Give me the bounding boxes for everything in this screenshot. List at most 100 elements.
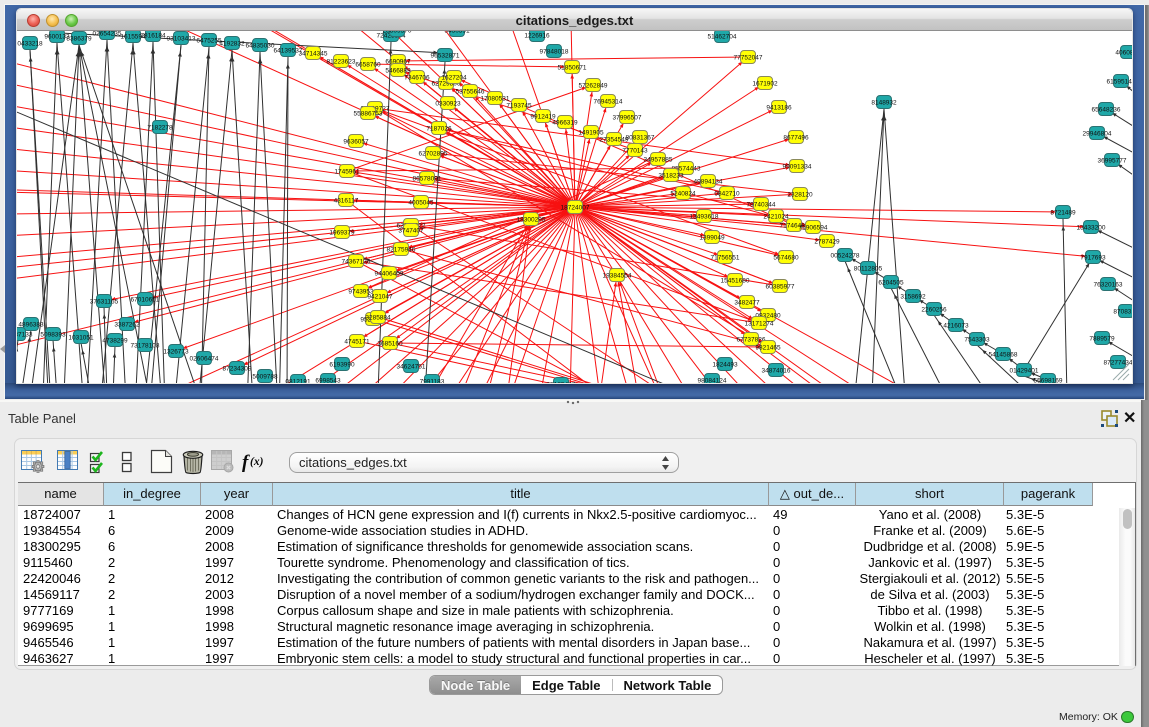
svg-text:13171274: 13171274 [745,321,774,328]
svg-text:71756551: 71756551 [711,255,740,262]
svg-text:0812191: 0812191 [285,379,311,384]
svg-text:7182278: 7182278 [147,125,173,132]
svg-text:55698169: 55698169 [1034,378,1063,384]
svg-text:7187026: 7187026 [426,126,452,133]
svg-text:81223623: 81223623 [327,59,356,66]
svg-text:34957885: 34957885 [644,157,673,164]
svg-text:36995777: 36995777 [1098,158,1127,165]
svg-text:6475255: 6475255 [196,38,222,45]
svg-text:3482477: 3482477 [734,300,760,307]
svg-text:51462704: 51462704 [708,34,737,41]
svg-text:7991183: 7991183 [420,379,445,384]
svg-text:49894134: 49894134 [694,179,723,186]
svg-text:8708317: 8708317 [1113,309,1132,316]
svg-text:4192832: 4192832 [219,41,245,48]
svg-text:2787429: 2787429 [814,239,840,246]
svg-text:94406409: 94406409 [375,271,404,278]
svg-text:27354549: 27354549 [600,137,629,144]
svg-text:1671902: 1671902 [752,81,778,88]
svg-text:37996507: 37996507 [613,115,642,122]
svg-text:19384554: 19384554 [603,273,632,280]
svg-text:6998543: 6998543 [315,378,341,384]
svg-text:80831367: 80831367 [626,135,655,142]
svg-text:74367136: 74367136 [342,259,371,266]
svg-text:97848018: 97848018 [540,49,569,56]
svg-text:f: f [242,452,250,473]
svg-text:13493618: 13493618 [690,214,719,221]
svg-text:71906594: 71906594 [799,225,828,232]
svg-text:61595148: 61595148 [1107,79,1132,86]
svg-text:13433200: 13433200 [1077,225,1106,232]
svg-text:5009788: 5009788 [252,374,278,381]
svg-text:3518233: 3518233 [658,173,684,180]
svg-text:18724007: 18724007 [561,205,590,212]
svg-text:87234309: 87234309 [223,366,252,373]
svg-text:5674680: 5674680 [773,255,799,262]
svg-text:34874016: 34874016 [762,368,791,375]
svg-text:4738299: 4738299 [102,338,128,345]
svg-text:2328120: 2328120 [787,192,813,199]
svg-text:17080531: 17080531 [481,96,510,103]
svg-text:8677496: 8677496 [783,135,809,142]
svg-text:1491905: 1491905 [578,130,604,137]
svg-text:5430391: 5430391 [444,31,470,35]
svg-text:00524278: 00524278 [831,253,860,260]
svg-text:3158692: 3158692 [900,294,926,301]
svg-text:2260256: 2260256 [921,307,947,314]
svg-text:76320163: 76320163 [1094,282,1123,289]
svg-text:4966319: 4966319 [552,120,578,127]
svg-text:34714345: 34714345 [299,51,328,58]
svg-text:02654235: 02654235 [93,31,122,38]
svg-text:2421024: 2421024 [763,214,789,221]
svg-text:4216073: 4216073 [943,323,969,330]
svg-text:86578091: 86578091 [413,176,442,183]
svg-text:0433218: 0433218 [17,41,43,48]
svg-text:55886753: 55886753 [354,111,383,118]
svg-text:4745171: 4745171 [344,339,370,346]
svg-text:96532871: 96532871 [431,53,460,60]
svg-text:28809570: 28809570 [383,31,412,35]
svg-text:64835030: 64835030 [246,43,275,50]
svg-text:51850671: 51850671 [558,65,587,72]
svg-text:18300295: 18300295 [517,217,546,224]
svg-text:7816184: 7816184 [140,33,166,40]
svg-text:98084124: 98084124 [698,378,727,384]
svg-text:25135427: 25135427 [547,382,576,384]
svg-text:53755646: 53755646 [456,89,485,96]
svg-text:73178108: 73178108 [131,343,160,350]
svg-text:76945314: 76945314 [594,99,623,106]
svg-text:7543303: 7543303 [964,337,990,344]
svg-text:7770143: 7770143 [622,148,648,155]
svg-text:60385977: 60385977 [766,284,795,291]
svg-text:6658760: 6658760 [355,62,381,69]
svg-text:65648236: 65648236 [1092,107,1121,114]
svg-text:8386379: 8386379 [66,36,92,43]
svg-text:93103413: 93103413 [167,36,196,43]
svg-text:1326773: 1326773 [163,349,189,356]
svg-text:6204505: 6204505 [878,280,904,287]
svg-text:5098393: 5098393 [40,332,66,339]
svg-text:5240824: 5240824 [670,191,696,198]
svg-text:01429401: 01429401 [1010,368,1039,375]
svg-text:1824493: 1824493 [712,362,738,369]
svg-text:(x): (x) [250,456,264,468]
svg-text:6193990: 6193990 [329,362,355,369]
svg-text:9821465: 9821465 [755,345,781,352]
svg-text:7346706: 7346706 [404,75,430,82]
svg-text:3747407: 3747407 [398,228,424,235]
svg-text:4060883: 4060883 [1115,50,1132,57]
svg-text:7889579: 7889579 [1089,336,1115,343]
svg-text:9413186: 9413186 [766,105,792,112]
svg-text:1627204: 1627204 [441,75,467,82]
svg-text:54145868: 54145868 [989,352,1018,359]
svg-text:77752047: 77752047 [734,55,763,62]
svg-text:8721489: 8721489 [1050,210,1076,217]
svg-text:9421047: 9421047 [367,294,393,301]
svg-text:67010651: 67010651 [131,297,160,304]
svg-text:3387262: 3387262 [114,322,140,329]
svg-text:0330923: 0330923 [435,101,461,108]
svg-text:3285884: 3285884 [365,315,391,322]
svg-text:0842710: 0842710 [714,191,740,198]
svg-text:7917693: 7917693 [1080,255,1106,262]
svg-text:02606474: 02606474 [190,356,219,363]
